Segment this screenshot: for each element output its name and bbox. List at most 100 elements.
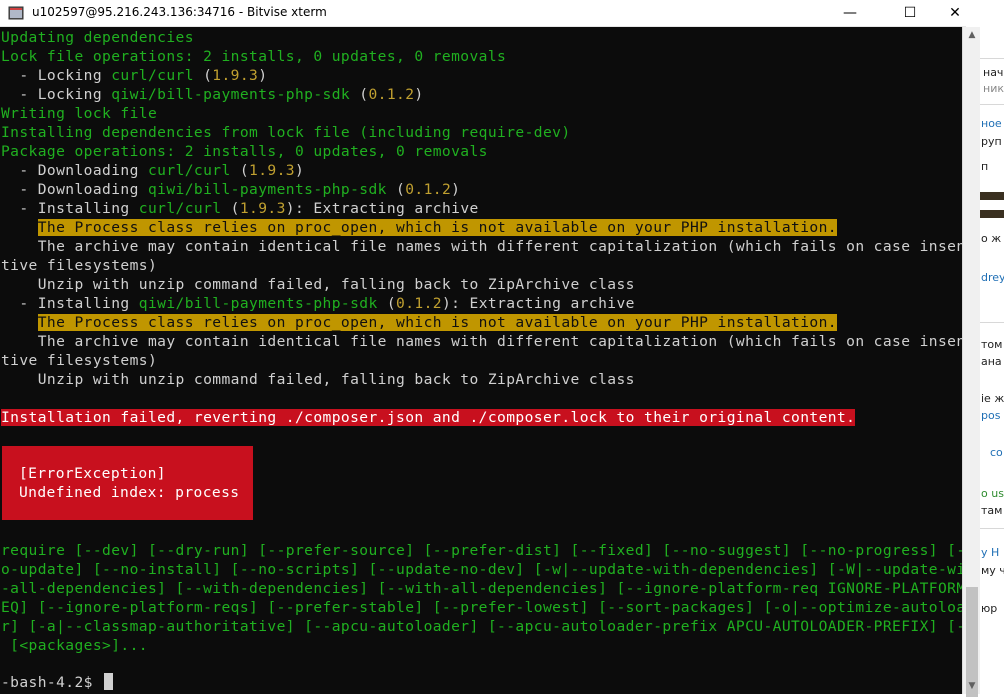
line-text: ( <box>350 86 369 103</box>
line-text: ( <box>221 200 240 217</box>
terminal-line: Package operations: 2 installs, 0 update… <box>1 143 488 160</box>
divider <box>980 528 1004 529</box>
terminal-line: The archive may contain identical file n… <box>1 333 962 350</box>
background-text: pos <box>981 409 1001 422</box>
terminal-line: Installation failed, reverting ./compose… <box>1 408 856 427</box>
background-text: нач <box>983 66 1004 79</box>
minimize-icon: — <box>843 5 857 21</box>
line-text: ): Extracting archive <box>441 295 635 312</box>
terminal-line: The Process class relies on proc_open, w… <box>1 218 837 237</box>
terminal-line: - Locking qiwi/bill-payments-php-sdk (0.… <box>1 85 424 104</box>
background-text: y H <box>981 546 1000 559</box>
maximize-icon: ☐ <box>903 5 917 21</box>
background-text: руп <box>981 135 1002 148</box>
background-text: ie ж <box>981 392 1004 405</box>
package-version: 1.9.3 <box>212 67 259 84</box>
line-text: ( <box>386 181 406 198</box>
line-text: - Installing <box>1 295 139 312</box>
line-text: ): Extracting archive <box>285 200 479 217</box>
terminal-line: Writing lock file <box>1 105 158 122</box>
terminal-scrollbar[interactable]: ▲ ▼ <box>962 27 981 697</box>
terminal-line: Installing dependencies from lock file (… <box>1 124 571 141</box>
background-text: юр <box>981 602 998 615</box>
text-cursor <box>104 673 114 690</box>
line-text: ) <box>294 162 305 179</box>
background-text: o us <box>981 487 1004 500</box>
terminal-line: - Downloading qiwi/bill-payments-php-sdk… <box>1 180 460 199</box>
package-version: 1.9.3 <box>249 162 295 179</box>
background-text: му ч <box>981 564 1004 577</box>
usage-line: o-update] [--no-install] [--no-scripts] … <box>1 561 962 578</box>
line-text: - Downloading <box>1 181 148 198</box>
title-bar[interactable]: u102597@95.216.243.136:34716 - Bitvise x… <box>0 0 966 27</box>
divider <box>980 322 1004 323</box>
package-version: 1.9.3 <box>239 200 286 217</box>
close-icon: ✕ <box>949 5 961 21</box>
terminal-line: Unzip with unzip command failed, falling… <box>1 276 635 293</box>
terminal-output[interactable]: Updating dependencies Lock file operatio… <box>0 28 962 694</box>
line-text: - Locking <box>1 86 112 103</box>
terminal-line: - Installing qiwi/bill-payments-php-sdk … <box>1 294 635 313</box>
shell-prompt: -bash-4.2$ <box>1 674 103 691</box>
background-text: нико <box>983 82 1004 95</box>
error-exception-box: [ErrorException] Undefined index: proces… <box>2 446 253 520</box>
background-text: ное <box>981 117 1002 130</box>
package-version: 0.1.2 <box>396 295 442 312</box>
error-message: Undefined index: process <box>19 484 240 501</box>
background-text: п <box>981 160 989 173</box>
usage-line: [<packages>]... <box>1 637 148 654</box>
install-failed-message: Installation failed, reverting ./compose… <box>1 409 856 426</box>
package-name: curl/curl <box>111 67 194 84</box>
terminal-line: Lock file operations: 2 installs, 0 upda… <box>1 48 507 65</box>
background-text: там <box>981 504 1003 517</box>
minimize-button[interactable]: — <box>827 0 873 26</box>
divider <box>980 104 1004 105</box>
package-version: 0.1.2 <box>368 86 415 103</box>
shell-prompt-line[interactable]: -bash-4.2$ <box>1 673 114 692</box>
terminal-line: - Downloading curl/curl (1.9.3) <box>1 161 304 180</box>
warning-highlight: The Process class relies on proc_open, w… <box>37 219 837 236</box>
background-text: со <box>990 446 1003 459</box>
line-text: ( <box>377 295 397 312</box>
package-version: 0.1.2 <box>405 181 452 198</box>
terminal-line: The Process class relies on proc_open, w… <box>1 313 837 332</box>
package-name: qiwi/bill-payments-php-sdk <box>138 295 378 312</box>
terminal-line: Updating dependencies <box>1 29 194 46</box>
line-text: ) <box>414 86 424 103</box>
terminal-app-icon <box>8 6 24 20</box>
maximize-button[interactable]: ☐ <box>887 0 933 26</box>
background-image-strip <box>980 210 1004 218</box>
line-text: - Locking <box>1 67 112 84</box>
terminal-line: tive filesystems) <box>1 257 158 274</box>
line-text: - Installing <box>1 200 139 217</box>
xterm-window: u102597@95.216.243.136:34716 - Bitvise x… <box>0 0 966 694</box>
package-name: curl/curl <box>147 162 231 179</box>
background-browser-page: нач нико ное руп п о ж drey том ана ie ж… <box>980 0 1004 694</box>
terminal-line: - Locking curl/curl (1.9.3) <box>1 66 267 85</box>
error-title: [ErrorException] <box>19 465 166 482</box>
usage-line: require [--dev] [--dry-run] [--prefer-so… <box>1 542 962 559</box>
scroll-up-icon[interactable]: ▲ <box>963 27 981 43</box>
window-title: u102597@95.216.243.136:34716 - Bitvise x… <box>32 5 327 19</box>
close-button[interactable]: ✕ <box>932 0 978 26</box>
line-text: ( <box>193 67 213 84</box>
warning-highlight: The Process class relies on proc_open, w… <box>37 314 837 331</box>
line-text: ) <box>451 181 461 198</box>
scroll-down-icon[interactable]: ▼ <box>963 678 981 694</box>
terminal-line: - Installing curl/curl (1.9.3): Extracti… <box>1 199 479 218</box>
terminal-line: Unzip with unzip command failed, falling… <box>1 371 635 388</box>
line-text: - Downloading <box>1 162 148 179</box>
usage-line: -all-dependencies] [--with-dependencies]… <box>1 580 962 597</box>
usage-line: EQ] [--ignore-platform-reqs] [--prefer-s… <box>1 599 962 616</box>
usage-line: r] [-a|--classmap-authoritative] [--apcu… <box>1 618 962 635</box>
terminal-line: tive filesystems) <box>1 352 158 369</box>
terminal-line: The archive may contain identical file n… <box>1 238 962 255</box>
line-text: ( <box>230 162 250 179</box>
divider <box>980 58 1004 59</box>
background-text: том <box>981 338 1003 351</box>
background-text: ана <box>981 355 1002 368</box>
background-image-strip <box>980 192 1004 200</box>
package-name: qiwi/bill-payments-php-sdk <box>111 86 351 103</box>
